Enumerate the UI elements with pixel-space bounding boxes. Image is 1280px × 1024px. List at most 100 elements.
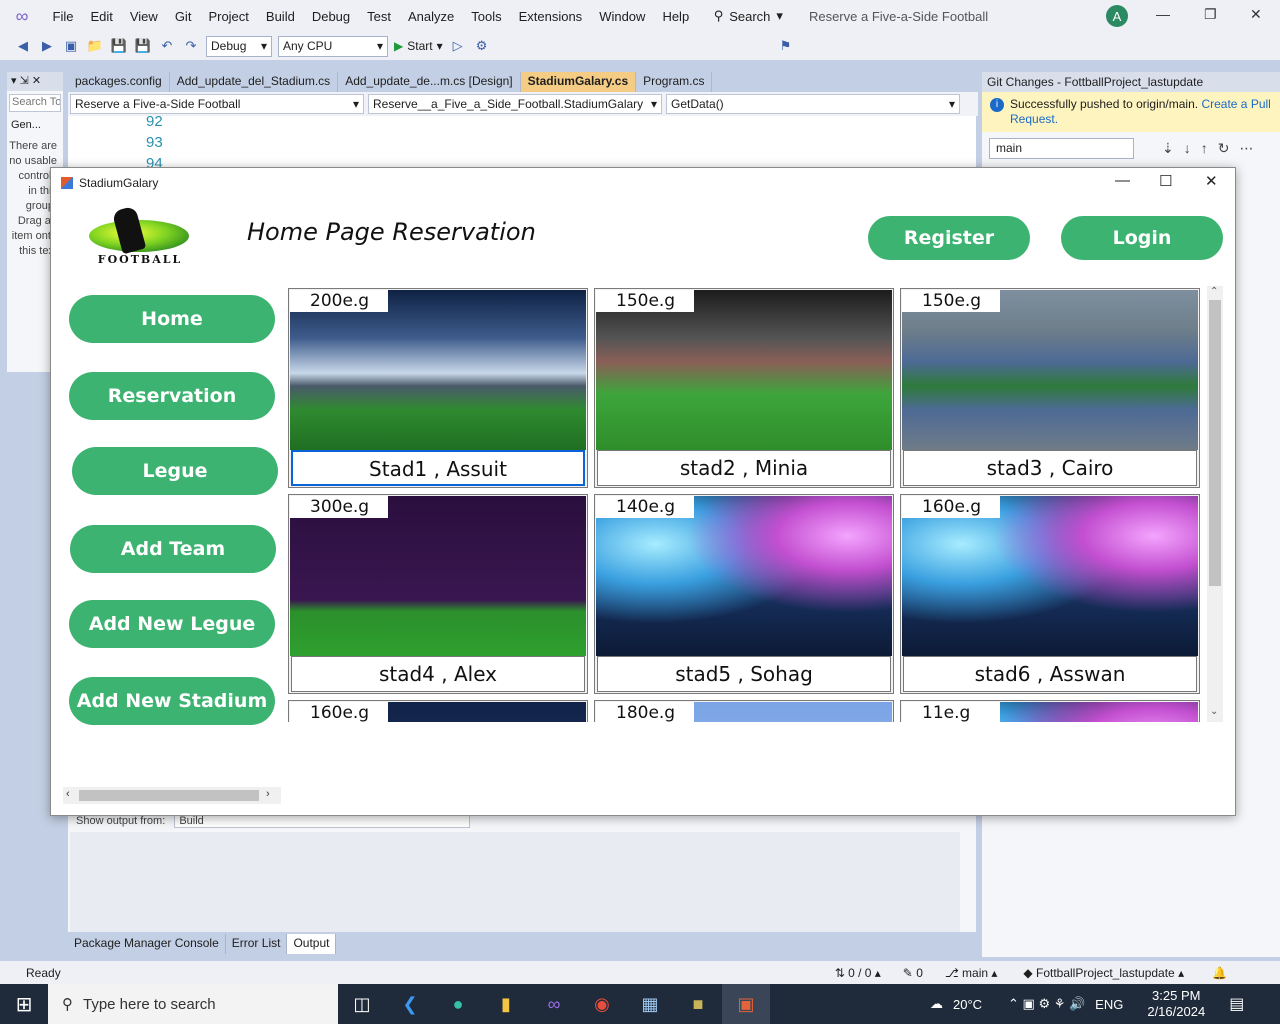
menu-tools[interactable]: Tools <box>463 9 510 24</box>
menu-help[interactable]: Help <box>654 9 698 24</box>
stadium-image[interactable] <box>902 496 1198 656</box>
menu-edit[interactable]: Edit <box>82 9 121 24</box>
task-view-icon[interactable]: ◫ <box>338 984 386 1024</box>
tab-output[interactable]: Output <box>287 934 337 954</box>
chrome-icon[interactable]: ◉ <box>578 984 626 1024</box>
menu-view[interactable]: View <box>121 9 166 24</box>
close-icon[interactable]: ✕ <box>1250 6 1262 23</box>
edge-icon[interactable]: ● <box>434 984 482 1024</box>
stadium-card[interactable]: 150e.g stad3 , Cairo <box>900 288 1200 488</box>
menu-file[interactable]: File <box>44 9 82 24</box>
stadium-card[interactable]: 160e.g <box>288 700 588 722</box>
taskbar-search-box[interactable]: ⚲ Type here to search <box>48 984 338 1024</box>
menu-build[interactable]: Build <box>257 9 303 24</box>
status-sync[interactable]: ⇅ 0 / 0 ▴ <box>835 966 881 980</box>
minimize-icon[interactable]: — <box>1115 172 1130 189</box>
legue-button[interactable]: Legue <box>72 447 278 495</box>
platform-select[interactable]: Any CPU ▾ <box>278 35 388 57</box>
stadium-card[interactable]: 200e.g Stad1 , Assuit <box>288 288 588 488</box>
register-button[interactable]: Register <box>868 216 1030 260</box>
stadium-name-button[interactable]: Stad1 , Assuit <box>291 450 585 486</box>
new-project-icon[interactable]: ▣ <box>62 37 80 55</box>
tray-icons[interactable]: ⌃ ▣ ⚙ ⚘ 🔊 <box>1008 996 1085 1012</box>
tab-add-update-del-stadium[interactable]: Add_update_del_Stadium.cs <box>170 72 339 92</box>
add-new-legue-button[interactable]: Add New Legue <box>69 600 275 648</box>
menu-debug[interactable]: Debug <box>303 9 358 24</box>
hot-reload-icon[interactable]: ⚙ <box>473 37 491 55</box>
scroll-left-icon[interactable]: ‹ <box>66 788 70 800</box>
notepad-icon[interactable]: ▦ <box>626 984 674 1024</box>
maximize-icon[interactable]: ☐ <box>1159 172 1172 190</box>
close-icon[interactable]: ✕ <box>1205 172 1218 190</box>
project-nav-select[interactable]: Reserve a Five-a-Side Football ▾ <box>70 94 364 114</box>
scroll-right-icon[interactable]: › <box>266 788 270 800</box>
scrollbar-thumb[interactable] <box>79 790 259 801</box>
start-without-debug-icon[interactable]: ▷ <box>449 37 467 55</box>
git-actions-icons[interactable]: ⇣↓↑↻⋯ <box>1162 140 1263 157</box>
open-folder-icon[interactable]: 📁 <box>86 37 104 55</box>
status-repo[interactable]: ◆ FottballProject_lastupdate ▴ <box>1023 966 1184 980</box>
menu-window[interactable]: Window <box>591 9 654 24</box>
minimize-icon[interactable]: — <box>1156 6 1170 22</box>
start-button[interactable]: ▶ Start ▾ <box>394 39 443 53</box>
tab-packages-config[interactable]: packages.config <box>68 72 170 92</box>
configuration-select[interactable]: Debug ▾ <box>206 35 272 57</box>
member-nav-select[interactable]: GetData() ▾ <box>666 94 960 114</box>
tab-add-update-design[interactable]: Add_update_de...m.cs [Design] <box>338 72 521 92</box>
stadium-name-button[interactable]: stad6 , Asswan <box>903 656 1197 692</box>
stadium-name-button[interactable]: stad3 , Cairo <box>903 450 1197 486</box>
menu-git[interactable]: Git <box>166 9 200 24</box>
notification-center-icon[interactable]: ▤ <box>1229 994 1244 1014</box>
notification-bell-icon[interactable]: 🔔 <box>1212 966 1227 980</box>
save-all-icon[interactable]: 💾 <box>134 37 152 55</box>
add-new-stadium-button[interactable]: Add New Stadium <box>69 677 275 725</box>
menu-extensions[interactable]: Extensions <box>510 9 591 24</box>
tab-error-list[interactable]: Error List <box>226 934 288 954</box>
stadium-card[interactable]: 140e.g stad5 , Sohag <box>594 494 894 694</box>
bookmark-icon[interactable]: ⚑ <box>777 37 795 55</box>
scrollbar-thumb[interactable] <box>1209 300 1221 586</box>
menu-analyze[interactable]: Analyze <box>399 9 462 24</box>
stadium-name-button[interactable]: stad2 , Minia <box>597 450 891 486</box>
tab-program[interactable]: Program.cs <box>636 72 713 92</box>
stadium-image[interactable] <box>290 290 586 450</box>
save-icon[interactable]: 💾 <box>110 37 128 55</box>
login-button[interactable]: Login <box>1061 216 1223 260</box>
stadium-card[interactable]: 180e.g <box>594 700 894 722</box>
language-indicator[interactable]: ENG <box>1095 997 1123 1012</box>
account-avatar[interactable]: A <box>1106 5 1128 27</box>
stadium-name-button[interactable]: stad4 , Alex <box>291 656 585 692</box>
clock[interactable]: 3:25 PM 2/16/2024 <box>1147 988 1205 1020</box>
winforms-app-icon[interactable]: ▣ <box>722 984 770 1024</box>
gallery-vertical-scrollbar[interactable]: ⌃ ⌄ <box>1207 286 1223 722</box>
stadium-image[interactable] <box>596 290 892 450</box>
windows-start-icon[interactable]: ⊞ <box>0 984 48 1024</box>
status-edits[interactable]: ✎ 0 <box>903 966 923 980</box>
stadium-image[interactable] <box>902 290 1198 450</box>
git-branch-select[interactable]: main <box>989 138 1134 159</box>
stadium-card[interactable]: 300e.g stad4 , Alex <box>288 494 588 694</box>
back-icon[interactable]: ◀ <box>14 37 32 55</box>
toolbox-group-general[interactable]: Gen... <box>7 115 63 135</box>
sidebar-horizontal-scrollbar[interactable]: ‹ › <box>63 787 281 804</box>
undo-icon[interactable]: ↶ <box>158 37 176 55</box>
reservation-button[interactable]: Reservation <box>69 372 275 420</box>
stadium-card[interactable]: 11e.g <box>900 700 1200 722</box>
tab-stadium-galary[interactable]: StadiumGalary.cs <box>520 72 637 92</box>
stadium-card[interactable]: 160e.g stad6 , Asswan <box>900 494 1200 694</box>
restore-icon[interactable]: ❐ <box>1204 6 1217 23</box>
tab-package-manager-console[interactable]: Package Manager Console <box>68 934 226 954</box>
home-button[interactable]: Home <box>69 295 275 343</box>
forward-icon[interactable]: ▶ <box>38 37 56 55</box>
add-team-button[interactable]: Add Team <box>70 525 276 573</box>
stadium-image[interactable] <box>596 496 892 656</box>
stadium-image[interactable] <box>290 496 586 656</box>
weather-temp[interactable]: 20°C <box>953 997 982 1012</box>
redo-icon[interactable]: ↷ <box>182 37 200 55</box>
status-branch[interactable]: ⎇ main ▴ <box>945 966 998 980</box>
stadium-name-button[interactable]: stad5 , Sohag <box>597 656 891 692</box>
vscode-icon[interactable]: ❮ <box>386 984 434 1024</box>
scroll-down-icon[interactable]: ⌄ <box>1210 706 1218 717</box>
file-explorer-icon[interactable]: ▮ <box>482 984 530 1024</box>
scroll-up-icon[interactable]: ⌃ <box>1210 286 1218 297</box>
